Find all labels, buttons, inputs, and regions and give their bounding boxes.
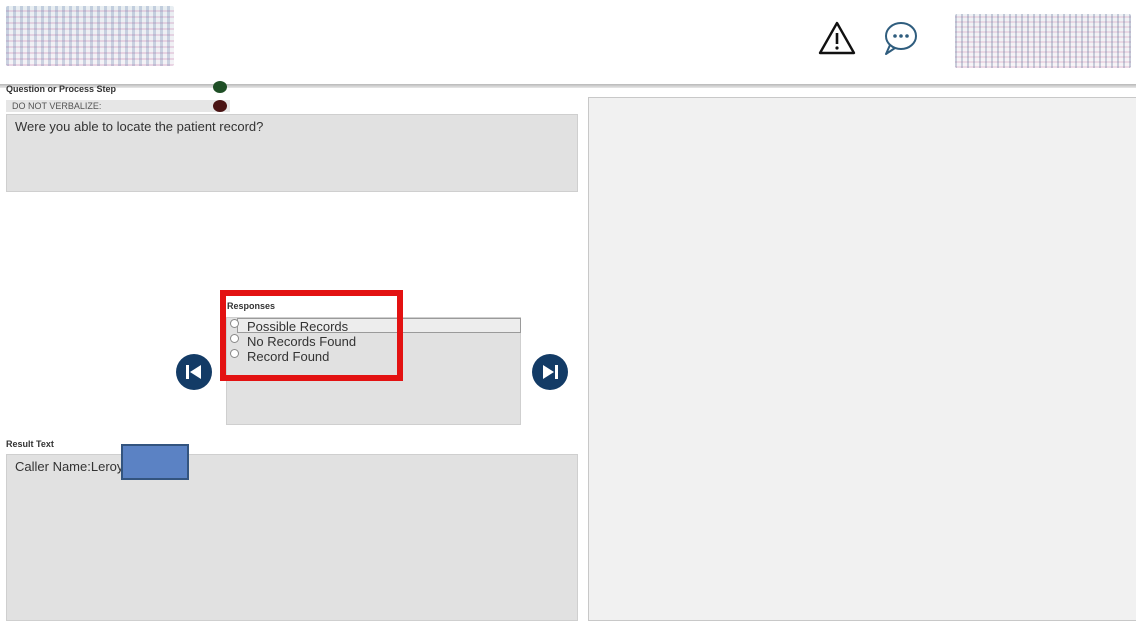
skip-forward-icon [543,365,558,379]
skip-back-icon [186,365,201,379]
previous-step-button[interactable] [176,354,212,390]
chat-bubble-icon[interactable] [880,18,920,58]
organization-logo [6,6,174,66]
result-text-box[interactable]: Caller Name:Leroy [6,454,578,621]
question-section-label: Question or Process Step [6,84,117,94]
question-text: Were you able to locate the patient reco… [15,119,264,134]
status-indicator-red [213,100,227,112]
status-indicator-green [213,81,227,93]
do-not-verbalize-label: DO NOT VERBALIZE: [6,100,230,112]
partner-logo [955,14,1131,68]
next-step-button[interactable] [532,354,568,390]
redaction-box [121,444,189,480]
result-text-label: Result Text [6,439,54,449]
question-text-box: Were you able to locate the patient reco… [6,114,578,192]
result-text: Caller Name:Leroy [15,459,124,474]
detail-panel [588,97,1136,621]
header-divider [0,84,1136,88]
warning-triangle-icon[interactable] [817,18,857,58]
highlight-annotation-box [220,290,403,381]
